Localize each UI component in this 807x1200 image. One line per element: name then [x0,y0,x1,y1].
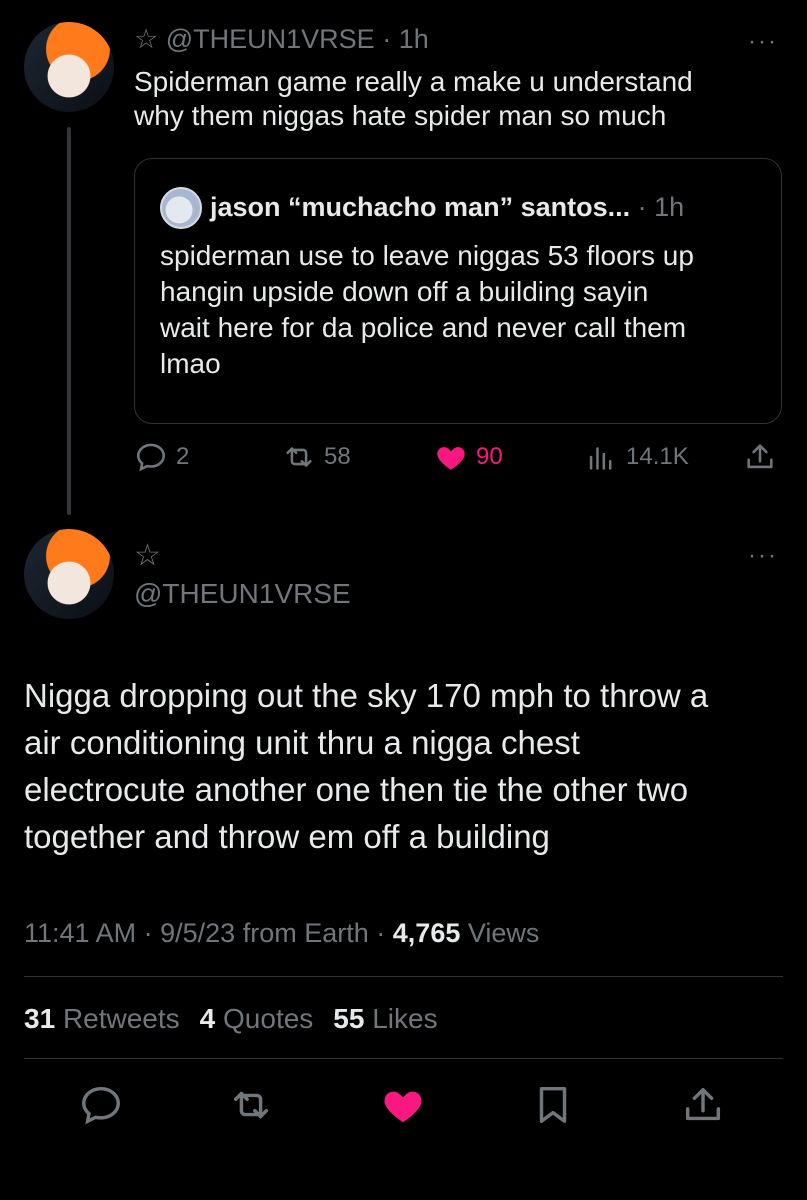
star-icon: ☆ [134,539,161,572]
separator: · [376,918,386,948]
engagement-stats: 31 Retweets 4 Quotes 55 Likes [24,1003,438,1035]
main-tweet-text: Nigga dropping out the sky 170 mph to th… [24,672,794,860]
share-button[interactable] [743,440,777,474]
tweet-text-line: air conditioning unit thru a nigga chest [24,724,580,761]
retweet-count: 58 [324,443,351,470]
quotes-label: Quotes [223,1003,314,1034]
tweet-date[interactable]: 9/5/23 [160,918,235,948]
tweet-text-line: electrocute another one then tie the oth… [24,771,689,808]
more-options-icon[interactable]: ··· [748,28,778,56]
bookmark-button[interactable] [530,1082,576,1133]
quotes-stat[interactable]: 4 Quotes [200,1003,314,1035]
analytics-icon [589,447,612,470]
separator: · [637,192,647,222]
tweet-time[interactable]: 1h [399,24,429,54]
quoted-text-line: hangin upside down off a building sayin [160,276,649,307]
like-count: 90 [476,443,503,470]
retweets-label: Retweets [62,1003,180,1034]
tweet-metadata: 11:41 AM · 9/5/23 from Earth · 4,765 Vie… [24,918,539,949]
quoted-user-name: jason “muchacho man” santos... [210,192,631,222]
like-button[interactable] [380,1082,426,1133]
avatar[interactable] [24,22,114,112]
quoted-text: spiderman use to leave niggas 53 floors … [160,238,694,382]
divider [24,1058,783,1059]
bookmark-icon [539,1086,567,1124]
likes-label: Likes [372,1003,438,1034]
share-icon [747,444,773,469]
quotes-count: 4 [199,1003,216,1034]
tweet-text-line: Spiderman game really a make u understan… [134,66,693,97]
retweet-icon [233,1091,269,1119]
star-icon: ☆ [134,24,159,54]
tweet-text-line: Nigga dropping out the sky 170 mph to th… [24,677,709,714]
divider [24,976,783,977]
retweets-stat[interactable]: 31 Retweets [24,1003,180,1035]
tweet-text: Spiderman game really a make u understan… [134,65,693,133]
retweet-button[interactable] [228,1082,274,1133]
heart-filled-icon [384,1091,422,1123]
likes-stat[interactable]: 55 Likes [333,1003,437,1035]
user-handle[interactable]: @THEUN1VRSE [166,24,375,54]
quoted-text-line: spiderman use to leave niggas 53 floors … [160,240,694,271]
reply-count: 2 [176,443,190,470]
share-icon [685,1087,721,1121]
views-label: Views [467,918,540,948]
quoted-avatar [160,187,202,229]
quoted-header: jason “muchacho man” santos... · 1h [210,192,684,223]
more-options-icon[interactable]: ··· [748,542,778,570]
avatar[interactable] [24,529,114,619]
quoted-text-line: wait here for da police and never call t… [160,312,687,343]
reply-button[interactable]: 2 [134,440,189,474]
retweet-button[interactable]: 58 [282,440,351,474]
views-count: 4,765 [392,918,461,948]
retweets-count: 31 [24,1003,56,1034]
retweet-icon [286,447,312,467]
likes-count: 55 [333,1003,365,1034]
tweet-text-line: together and throw em off a building [24,818,550,855]
like-button[interactable]: 90 [434,440,503,474]
thread-connector-line [67,127,71,515]
tweet-text-line: why them niggas hate spider man so much [134,100,667,131]
quoted-time: 1h [654,192,685,222]
views-button[interactable]: 14.1K [584,440,689,474]
separator: · [382,24,392,54]
quoted-text-line: lmao [160,348,221,379]
tweet-time[interactable]: 11:41 AM [24,918,136,948]
tweet-source: from Earth [242,918,369,948]
separator: · [143,918,153,948]
reply-button[interactable] [78,1082,124,1133]
tweet-header: ☆ @THEUN1VRSE · 1h [134,24,429,55]
user-handle[interactable]: @THEUN1VRSE [134,578,351,610]
share-button[interactable] [680,1082,726,1133]
reply-icon [136,443,166,472]
heart-filled-icon [437,447,465,470]
view-count: 14.1K [626,443,689,470]
reply-icon [82,1086,120,1125]
